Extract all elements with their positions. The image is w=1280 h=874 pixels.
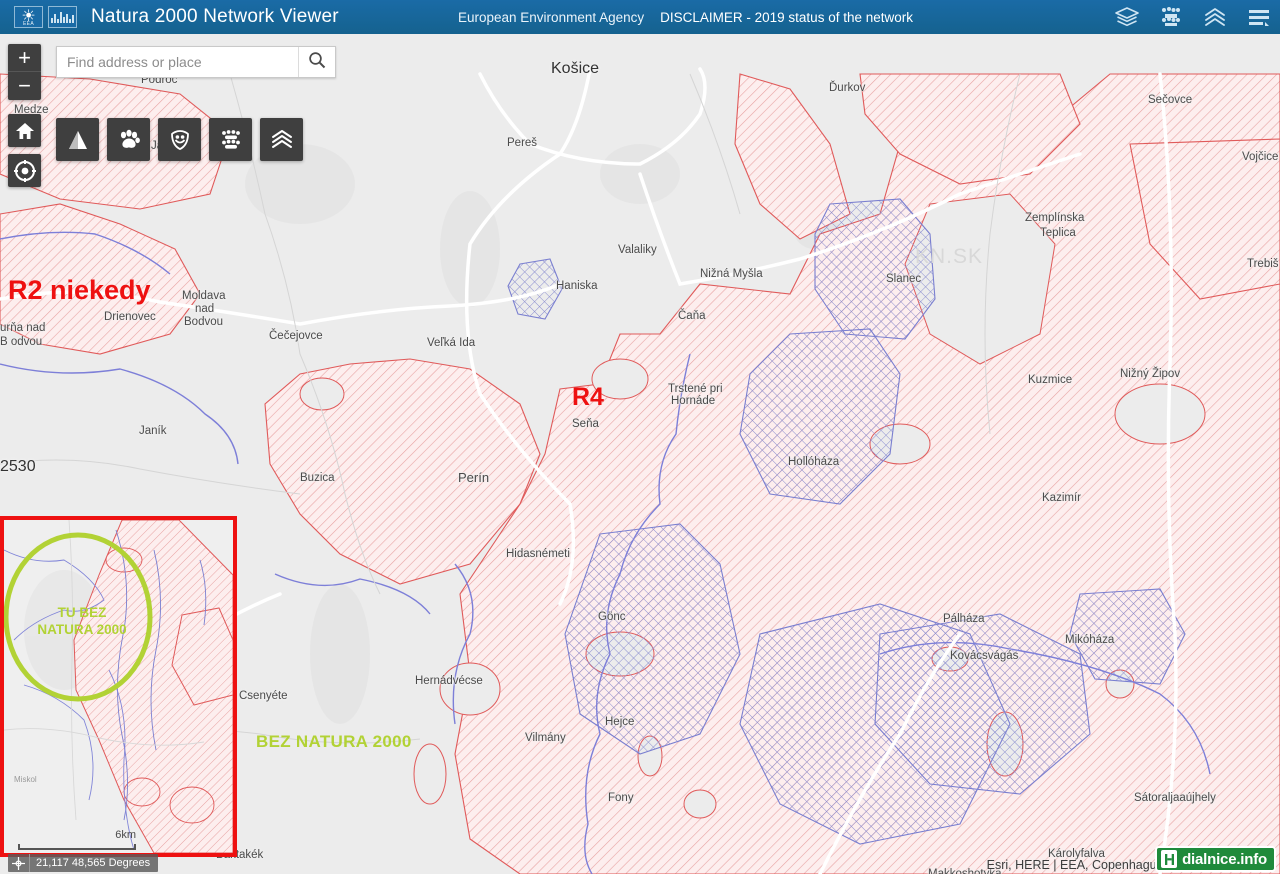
crosshair-icon	[8, 854, 30, 872]
map-attribution: Esri, HERE | EEA, Copenhague 2	[986, 858, 1174, 872]
chevrons-icon	[270, 129, 294, 151]
scale-bar-label: 6km	[115, 829, 136, 841]
zoom-out-button[interactable]: −	[8, 72, 41, 100]
paw-icon	[117, 129, 141, 151]
amphibians-tool[interactable]	[158, 118, 201, 161]
eionet-bars-icon	[51, 11, 74, 23]
locate-icon	[13, 159, 36, 182]
disclaimer-link[interactable]: DISCLAIMER - 2019 status of the network	[660, 10, 913, 25]
header-subtitle-group: European Environment Agency DISCLAIMER -…	[458, 0, 913, 34]
search-input[interactable]	[57, 47, 298, 77]
mountain-habitat-tool[interactable]	[56, 118, 99, 161]
logo-group: ☀ EEA	[14, 6, 77, 28]
eea-logo-label: EEA	[23, 21, 34, 27]
menu-icon[interactable]	[1244, 2, 1274, 32]
map-tool-row	[56, 118, 303, 161]
app-header: ☀ EEA Natura 2000 Network Viewer Europea…	[0, 0, 1280, 34]
multi-species-tool[interactable]	[209, 118, 252, 161]
birds-tool[interactable]	[260, 118, 303, 161]
species-paws-icon[interactable]	[1156, 2, 1186, 32]
eea-logo: ☀ EEA	[14, 6, 43, 28]
habitats-icon[interactable]	[1200, 2, 1230, 32]
zoom-control: + −	[8, 44, 41, 100]
mammals-tool[interactable]	[107, 118, 150, 161]
highway-sign-icon	[1161, 850, 1178, 868]
search-box[interactable]	[56, 46, 336, 78]
page-title: Natura 2000 Network Viewer	[91, 6, 339, 27]
search-button[interactable]	[298, 47, 335, 77]
scale-bar-line	[18, 844, 136, 850]
inset-label-miskolc: Miskol	[14, 775, 37, 784]
agency-name: European Environment Agency	[458, 9, 645, 25]
inset-overview-map[interactable]: TU BEZ NATURA 2000 Miskol	[0, 516, 237, 857]
mountain-icon	[66, 129, 90, 151]
map-canvas[interactable]: KošiceĎurkovSečovcePerešPodrocMedzeJasov…	[0, 34, 1280, 874]
multi-paw-icon	[219, 129, 243, 151]
header-icon-group	[1112, 0, 1274, 34]
locate-button[interactable]	[8, 154, 41, 187]
watermark-text: dialnice.info	[1182, 850, 1267, 868]
coordinate-value: 21,117 48,565 Degrees	[36, 857, 151, 869]
home-button[interactable]	[8, 114, 41, 147]
frog-shield-icon	[168, 129, 192, 151]
zoom-in-button[interactable]: +	[8, 44, 41, 72]
coordinate-readout[interactable]: 21,117 48,565 Degrees	[8, 854, 159, 872]
search-icon	[308, 51, 326, 74]
scale-bar: 6km	[18, 829, 136, 850]
inset-map-graphics	[4, 520, 233, 853]
layers-icon[interactable]	[1112, 2, 1142, 32]
eionet-logo	[48, 6, 77, 28]
natura2000-viewer: ☀ EEA Natura 2000 Network Viewer Europea…	[0, 0, 1280, 874]
home-icon	[15, 122, 35, 140]
dialnice-info-watermark: dialnice.info	[1155, 846, 1276, 872]
